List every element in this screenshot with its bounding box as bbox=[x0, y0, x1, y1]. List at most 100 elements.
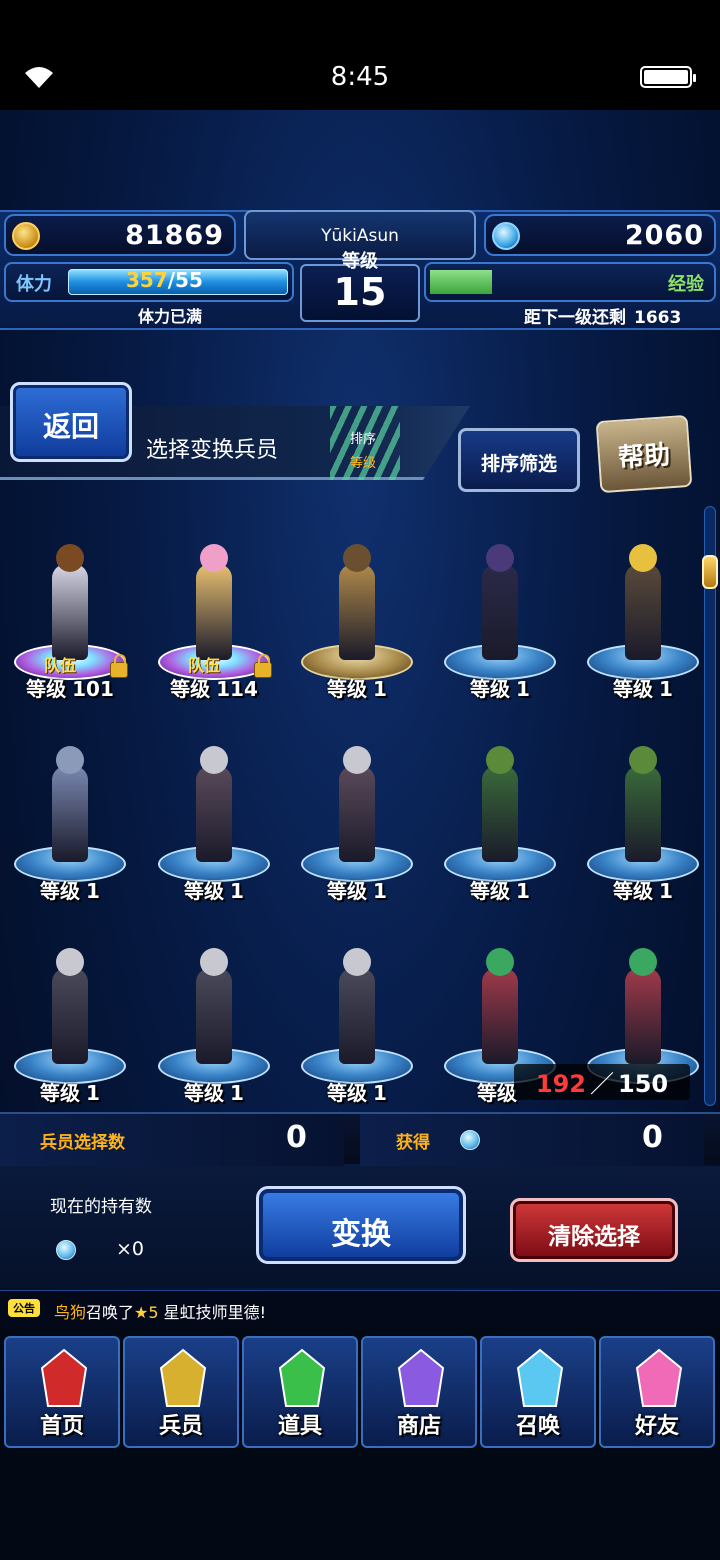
selected-value: 0 bbox=[286, 1120, 307, 1155]
unit-level-value: 1 bbox=[86, 879, 100, 903]
selected-counter: 兵员选择数 0 bbox=[0, 1114, 344, 1166]
unit-level-label: 等级 bbox=[184, 879, 225, 903]
convert-button[interactable]: 变换 bbox=[256, 1186, 466, 1264]
unit-sprite-head bbox=[56, 948, 84, 976]
unit-level: 等级 1 bbox=[6, 1077, 134, 1106]
gain-counter: 获得 0 bbox=[360, 1114, 704, 1166]
unit-card[interactable]: 等级 1 bbox=[436, 512, 564, 702]
unit-level: 等级 1 bbox=[579, 673, 707, 702]
nav-label: 召唤 bbox=[515, 1414, 560, 1439]
exp-bar: 经验 bbox=[424, 262, 716, 302]
unit-level-value: 1 bbox=[659, 677, 673, 701]
unit-level-value: 1 bbox=[659, 879, 673, 903]
nav-item-0[interactable]: 首页 bbox=[4, 1336, 120, 1448]
shard-icon bbox=[56, 1240, 76, 1260]
stamina-value: 357/55 bbox=[126, 268, 203, 292]
unit-card[interactable]: 队伍 等级 114 bbox=[150, 512, 278, 702]
unit-sprite-head bbox=[486, 948, 514, 976]
unit-card[interactable]: 等级 1 bbox=[579, 714, 707, 904]
unit-level-value: 1 bbox=[230, 1081, 244, 1105]
filter-label: 排序筛选 bbox=[480, 453, 557, 475]
unit-card[interactable]: 等级 1 bbox=[579, 512, 707, 702]
own-label: 现在的持有数 bbox=[50, 1197, 152, 1217]
own-value: ×0 bbox=[116, 1238, 145, 1260]
clear-selection-button[interactable]: 清除选择 bbox=[510, 1198, 678, 1262]
sort-filter-button[interactable]: 排序筛选 bbox=[458, 428, 580, 492]
unit-scrollbar[interactable] bbox=[702, 506, 718, 1106]
status-time: 8:45 bbox=[330, 62, 390, 92]
scroll-thumb[interactable] bbox=[702, 555, 718, 589]
gem-icon bbox=[492, 222, 520, 250]
unit-grid: 队伍 等级 101 队伍 等级 114 等级 1 等级 1 等级 1 等级 1 等级 1 等级 1 等级 1 等级 1 等级… bbox=[0, 502, 707, 1105]
battery-icon bbox=[640, 66, 696, 88]
nav-item-5[interactable]: 好友 bbox=[599, 1336, 715, 1448]
gem-counter[interactable]: 2060 bbox=[484, 214, 716, 256]
unit-level-label: 等级 bbox=[470, 879, 511, 903]
unit-sprite bbox=[196, 968, 232, 1064]
unit-level: 等级 1 bbox=[436, 673, 564, 702]
unit-level-label: 等级 bbox=[327, 677, 368, 701]
unit-level-label: 等级 bbox=[170, 677, 211, 701]
friends-icon bbox=[635, 1348, 683, 1407]
gil-value: 81869 bbox=[125, 220, 224, 251]
stamina-label: 体力 bbox=[16, 274, 52, 295]
player-name: YūkiAsun bbox=[321, 226, 399, 246]
sort-value: 等级 bbox=[350, 456, 377, 471]
unit-level-value: 1 bbox=[373, 1081, 387, 1105]
announcement-ticker: 公告 鸟狗召唤了★5 星虹技师里德! bbox=[0, 1290, 720, 1328]
unit-level: 等级 114 bbox=[150, 673, 278, 702]
nav-item-3[interactable]: 商店 bbox=[361, 1336, 477, 1448]
unit-level: 等级 1 bbox=[436, 875, 564, 904]
unit-sprite-head bbox=[343, 746, 371, 774]
bottom-nav: 首页 兵员 道具 商店 召唤 好友 bbox=[0, 1328, 720, 1454]
unit-card[interactable]: 等级 1 bbox=[293, 714, 421, 904]
unit-card[interactable]: 等级 1 bbox=[6, 714, 134, 904]
potion-icon bbox=[278, 1348, 326, 1407]
unit-level: 等级 1 bbox=[150, 875, 278, 904]
page-title: 选择变换兵员 bbox=[146, 438, 279, 463]
nav-label: 道具 bbox=[277, 1414, 322, 1439]
help-button[interactable]: 帮助 bbox=[595, 414, 693, 494]
unit-sprite bbox=[52, 968, 88, 1064]
nav-item-2[interactable]: 道具 bbox=[242, 1336, 358, 1448]
unit-level-value: 1 bbox=[516, 879, 530, 903]
unit-card[interactable]: 队伍 等级 101 bbox=[6, 512, 134, 702]
nav-label: 商店 bbox=[396, 1414, 441, 1439]
unit-card[interactable]: 等级 1 bbox=[293, 512, 421, 702]
unit-level: 等级 1 bbox=[293, 875, 421, 904]
help-label: 帮助 bbox=[617, 440, 672, 474]
unit-card[interactable]: 等级 1 bbox=[150, 916, 278, 1106]
unit-card[interactable]: 等级 1 bbox=[150, 714, 278, 904]
unit-card[interactable]: 等级 1 bbox=[6, 916, 134, 1106]
capacity-separator: ／ bbox=[590, 1070, 614, 1098]
stamina-current: 357 bbox=[126, 268, 168, 292]
shard-icon bbox=[460, 1130, 480, 1150]
unit-level-label: 等级 bbox=[327, 1081, 368, 1105]
unit-sprite bbox=[625, 968, 661, 1064]
unit-card[interactable]: 等级 1 bbox=[293, 916, 421, 1106]
exp-label: 经验 bbox=[668, 274, 704, 295]
unit-level-label: 等级 bbox=[470, 677, 511, 701]
exp-next-value: 1663 bbox=[634, 308, 682, 328]
warrior-icon bbox=[159, 1348, 207, 1407]
notice-star: ★5 bbox=[134, 1303, 159, 1322]
nav-label: 兵员 bbox=[158, 1414, 203, 1439]
exp-next-label: 距下一级还剩 bbox=[524, 308, 626, 328]
stamina-max: /55 bbox=[167, 268, 203, 292]
nav-item-4[interactable]: 召唤 bbox=[480, 1336, 596, 1448]
stamina-status: 体力已满 bbox=[137, 307, 202, 326]
exp-next: 距下一级还剩 1663 bbox=[516, 303, 681, 328]
unit-capacity: 192 ／ 150 bbox=[514, 1064, 690, 1100]
unit-level-value: 1 bbox=[373, 879, 387, 903]
unit-sprite-head bbox=[629, 948, 657, 976]
exp-fill bbox=[430, 270, 492, 294]
player-level: 15 bbox=[333, 270, 387, 314]
nav-item-1[interactable]: 兵员 bbox=[123, 1336, 239, 1448]
game-screen: 81869 YūkiAsun 等级 15 2060 体力 357/55 体力已满… bbox=[0, 110, 720, 1560]
unit-level: 等级 101 bbox=[6, 673, 134, 702]
unit-level-value: 1 bbox=[516, 677, 530, 701]
unit-level-value: 1 bbox=[86, 1081, 100, 1105]
unit-card[interactable]: 等级 1 bbox=[436, 714, 564, 904]
back-button[interactable]: 返回 bbox=[10, 382, 132, 462]
unit-level-label: 等级 bbox=[613, 879, 654, 903]
